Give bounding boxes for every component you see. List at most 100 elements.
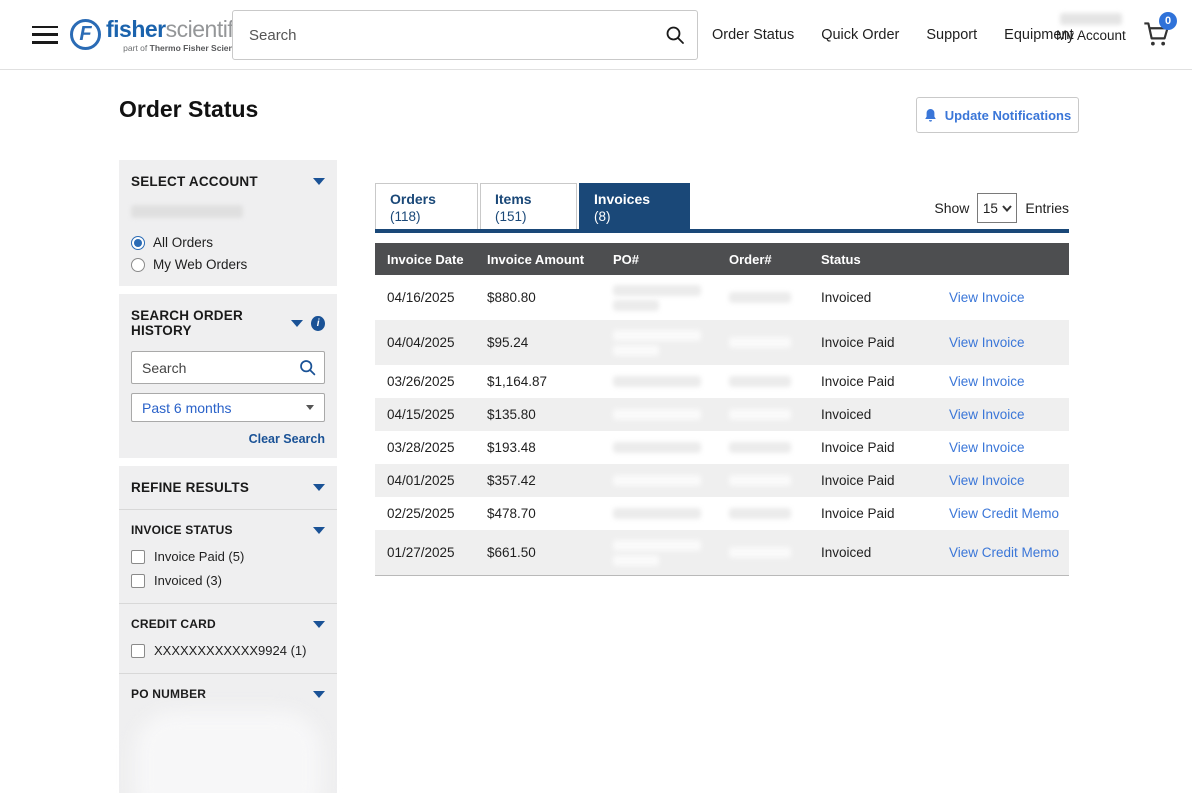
select-account-section: SELECT ACCOUNT All Orders My Web Orders [119, 160, 337, 286]
table-row: 04/04/2025 $95.24 Invoice Paid View Invo… [375, 320, 1069, 365]
nav-support[interactable]: Support [926, 27, 977, 43]
view-invoice-link[interactable]: View Credit Memo [949, 545, 1059, 560]
view-invoice-link[interactable]: View Invoice [949, 290, 1025, 305]
checkbox-icon [131, 550, 145, 564]
po-number-redacted [613, 376, 701, 387]
hamburger-menu-icon[interactable] [32, 26, 58, 44]
show-entries-control: Show 15 Entries [934, 183, 1069, 229]
col-po-number: PO# [613, 252, 729, 267]
cart-count-badge: 0 [1159, 12, 1177, 30]
all-orders-radio[interactable]: All Orders [131, 235, 325, 250]
logo-tagline: part of Thermo Fisher Scientific [123, 43, 249, 53]
my-account-menu[interactable]: My Account [1056, 13, 1126, 43]
top-header: F fisherscientific part of Thermo Fisher… [0, 0, 1192, 70]
order-number-redacted [729, 508, 791, 519]
table-header-row: Invoice Date Invoice Amount PO# Order# S… [375, 243, 1069, 275]
chevron-down-icon [306, 405, 314, 410]
invoiced-checkbox[interactable]: Invoiced (3) [131, 573, 325, 588]
action-cell: View Invoice [935, 335, 1069, 350]
invoice-date-cell: 04/01/2025 [387, 473, 487, 488]
view-invoice-link[interactable]: View Invoice [949, 440, 1025, 455]
invoice-paid-checkbox[interactable]: Invoice Paid (5) [131, 549, 325, 564]
chevron-down-icon[interactable] [291, 320, 303, 327]
search-icon [298, 358, 317, 377]
invoice-date-cell: 02/25/2025 [387, 506, 487, 521]
invoice-date-cell: 04/16/2025 [387, 290, 487, 305]
tab-orders[interactable]: Orders (118) [375, 183, 478, 229]
table-row: 01/27/2025 $661.50 Invoiced View Credit … [375, 530, 1069, 575]
cart-button[interactable]: 0 [1142, 20, 1172, 50]
invoice-date-cell: 04/15/2025 [387, 407, 487, 422]
show-label: Show [934, 200, 969, 216]
status-cell: Invoiced [821, 407, 935, 422]
tab-invoices[interactable]: Invoices (8) [579, 183, 690, 229]
checkbox-icon [131, 644, 145, 658]
table-row: 02/25/2025 $478.70 Invoice Paid View Cre… [375, 497, 1069, 530]
update-notifications-button[interactable]: Update Notifications [916, 97, 1079, 133]
view-invoice-link[interactable]: View Invoice [949, 335, 1025, 350]
order-number-redacted [729, 547, 791, 558]
search-order-history-section: SEARCH ORDER HISTORY i Past 6 months Cle… [119, 294, 337, 458]
table-row: 03/28/2025 $193.48 Invoice Paid View Inv… [375, 431, 1069, 464]
order-number-cell [729, 292, 821, 303]
chevron-down-icon[interactable] [313, 691, 325, 698]
order-history-search [131, 351, 325, 384]
po-number-cell [613, 475, 729, 486]
po-number-redacted [613, 475, 701, 486]
table-row: 03/26/2025 $1,164.87 Invoice Paid View I… [375, 365, 1069, 398]
action-cell: View Invoice [935, 374, 1069, 389]
invoice-amount-cell: $1,164.87 [487, 374, 613, 389]
info-icon[interactable]: i [311, 316, 325, 331]
status-cell: Invoiced [821, 545, 935, 560]
order-number-cell [729, 337, 821, 348]
po-number-cell [613, 442, 729, 453]
view-invoice-link[interactable]: View Credit Memo [949, 506, 1059, 521]
credit-card-checkbox[interactable]: XXXXXXXXXXXX9924 (1) [131, 643, 325, 658]
date-range-select[interactable]: Past 6 months [131, 393, 325, 422]
tabs-underline-bar [375, 229, 1069, 233]
invoice-amount-cell: $357.42 [487, 473, 613, 488]
po-number-redacted [613, 508, 701, 519]
search-button[interactable] [653, 11, 697, 59]
chevron-down-icon[interactable] [313, 527, 325, 534]
invoice-date-cell: 03/28/2025 [387, 440, 487, 455]
nav-order-status[interactable]: Order Status [712, 27, 794, 43]
clear-search-link[interactable]: Clear Search [249, 432, 325, 446]
order-number-redacted [729, 442, 791, 453]
view-invoice-link[interactable]: View Invoice [949, 473, 1025, 488]
search-input[interactable] [233, 27, 653, 44]
bell-icon [924, 108, 937, 123]
po-number-title: PO NUMBER [131, 687, 206, 701]
search-icon [664, 24, 686, 46]
global-search [232, 10, 698, 60]
order-status-page: F fisherscientific part of Thermo Fisher… [0, 0, 1192, 793]
po-number-cell [613, 508, 729, 519]
action-cell: View Invoice [935, 473, 1069, 488]
tab-items[interactable]: Items (151) [480, 183, 577, 229]
order-number-cell [729, 442, 821, 453]
chevron-down-icon[interactable] [313, 484, 325, 491]
col-invoice-amount: Invoice Amount [487, 252, 613, 267]
order-history-search-input[interactable] [132, 360, 290, 376]
main-nav: Order Status Quick Order Support Equipme… [712, 0, 1074, 70]
nav-quick-order[interactable]: Quick Order [821, 27, 899, 43]
action-cell: View Credit Memo [935, 506, 1069, 521]
fisher-scientific-logo[interactable]: F fisherscientific part of Thermo Fisher… [70, 17, 249, 53]
col-order-number: Order# [729, 252, 821, 267]
table-row: 04/16/2025 $880.80 Invoiced View Invoice [375, 275, 1069, 320]
chevron-down-icon[interactable] [313, 178, 325, 185]
invoice-date-cell: 01/27/2025 [387, 545, 487, 560]
view-invoice-link[interactable]: View Invoice [949, 407, 1025, 422]
view-invoice-link[interactable]: View Invoice [949, 374, 1025, 389]
po-number-cell [613, 330, 729, 356]
refine-results-section: REFINE RESULTS INVOICE STATUS Invoice Pa… [119, 466, 337, 793]
order-history-search-button[interactable] [290, 352, 324, 383]
chevron-down-icon[interactable] [313, 621, 325, 628]
entries-per-page-select[interactable]: 15 [977, 193, 1017, 223]
my-web-orders-radio[interactable]: My Web Orders [131, 257, 325, 272]
update-notifications-label: Update Notifications [945, 108, 1071, 123]
po-number-redacted-line2 [613, 345, 659, 356]
invoice-date-cell: 04/04/2025 [387, 335, 487, 350]
table-row: 04/15/2025 $135.80 Invoiced View Invoice [375, 398, 1069, 431]
order-number-redacted [729, 337, 791, 348]
